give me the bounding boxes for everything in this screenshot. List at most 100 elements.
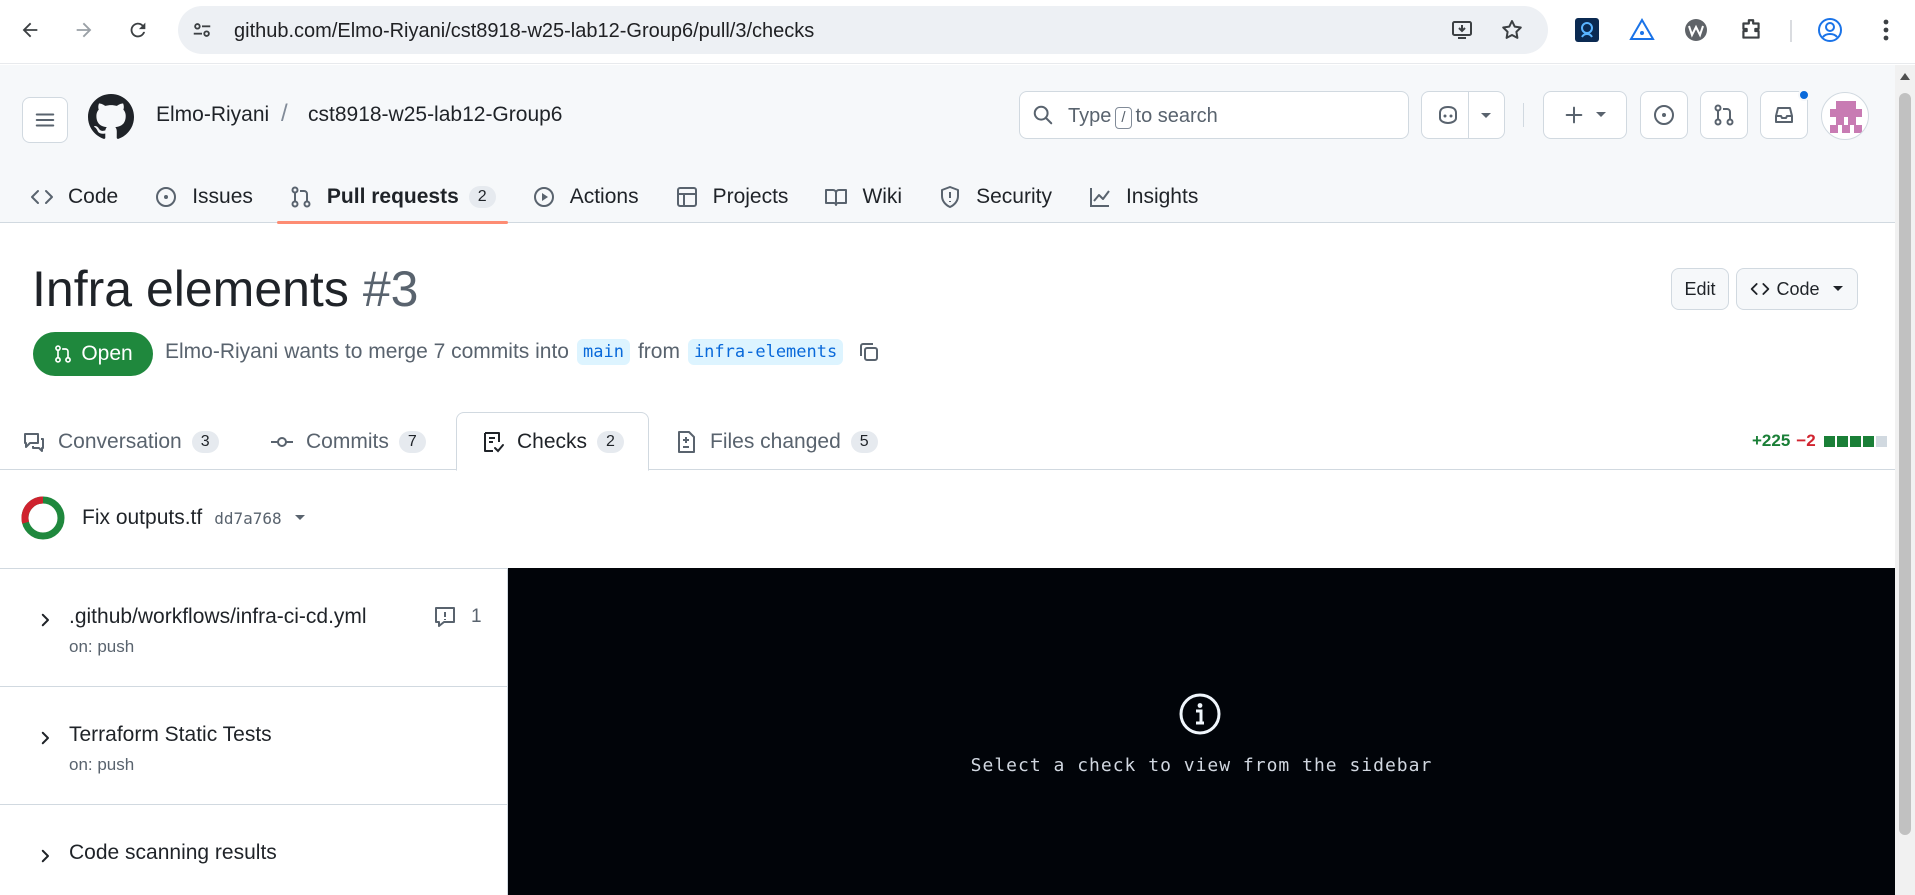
chevron-down-icon xyxy=(1832,286,1843,291)
workflow-name[interactable]: Terraform Static Tests xyxy=(69,723,272,747)
search-shortcut-key: / xyxy=(1115,107,1132,129)
workflow-item[interactable]: .github/workflows/infra-ci-cd.yml on: pu… xyxy=(0,569,507,687)
breadcrumb-owner[interactable]: Elmo-Riyani xyxy=(156,103,269,127)
pull-request-icon xyxy=(291,186,311,208)
workflow-item[interactable]: Code scanning results xyxy=(0,805,507,895)
tab-issues[interactable]: Issues xyxy=(154,171,253,223)
workflow-item[interactable]: Terraform Static Tests on: push xyxy=(0,687,507,805)
file-diff-icon xyxy=(678,430,695,453)
annotation-count-value: 1 xyxy=(471,606,482,627)
diffstat-block xyxy=(1836,435,1848,447)
header-divider xyxy=(1523,103,1524,127)
issues-button[interactable] xyxy=(1640,91,1688,139)
pr-author[interactable]: Elmo-Riyani xyxy=(165,340,278,364)
extension-1-icon[interactable] xyxy=(1571,14,1603,46)
breadcrumb-repo[interactable]: cst8918-w25-lab12-Group6 xyxy=(308,103,562,127)
conversation-count: 3 xyxy=(191,430,219,453)
head-branch[interactable]: infra-elements xyxy=(687,339,844,365)
tab-conversation-label: Conversation xyxy=(58,429,182,453)
status-ring-icon xyxy=(21,496,65,540)
workflow-trigger: on: push xyxy=(69,755,135,774)
tab-pull-requests[interactable]: Pull requests 2 xyxy=(276,171,508,224)
breadcrumb-separator: / xyxy=(281,100,288,127)
chevron-right-icon xyxy=(41,731,49,745)
workflow-trigger: on: push xyxy=(69,637,135,656)
browser-menu-icon[interactable] xyxy=(1870,14,1902,46)
workflow-name[interactable]: .github/workflows/infra-ci-cd.yml xyxy=(69,605,367,629)
page-scrollbar[interactable] xyxy=(1895,65,1915,895)
extensions-puzzle-icon[interactable] xyxy=(1735,14,1767,46)
pull-requests-button[interactable] xyxy=(1700,91,1748,139)
scrollbar-thumb[interactable] xyxy=(1899,93,1911,835)
search-placeholder: Type / to search xyxy=(1068,105,1218,129)
tab-files-changed[interactable]: Files changed 5 xyxy=(674,412,878,471)
check-log-panel: Select a check to view from the sidebar xyxy=(508,568,1895,895)
diffstat-block xyxy=(1849,435,1861,447)
tab-insights-label: Insights xyxy=(1125,185,1199,208)
back-button[interactable] xyxy=(14,14,46,46)
github-logo-icon[interactable] xyxy=(88,94,134,140)
edit-button[interactable]: Edit xyxy=(1671,268,1729,310)
workflow-name[interactable]: Code scanning results xyxy=(69,841,277,865)
tab-security[interactable]: Security xyxy=(938,171,1052,223)
extension-3-icon[interactable] xyxy=(1680,14,1712,46)
copilot-icon xyxy=(1439,105,1457,125)
install-app-icon[interactable] xyxy=(1450,18,1474,42)
bookmark-star-icon[interactable] xyxy=(1500,18,1524,42)
commits-count: 7 xyxy=(398,430,426,453)
tab-actions[interactable]: Actions xyxy=(532,171,639,223)
page-title: Infra elements #3 xyxy=(32,260,418,318)
files-changed-count: 5 xyxy=(850,430,878,453)
code-button-label: Code xyxy=(1776,278,1820,299)
comment-alert-icon xyxy=(435,607,455,627)
code-dropdown-button[interactable]: Code xyxy=(1736,268,1858,310)
github-header: Elmo-Riyani / cst8918-w25-lab12-Group6 T… xyxy=(0,65,1895,224)
menu-button[interactable] xyxy=(22,97,68,143)
extension-2-icon[interactable] xyxy=(1626,14,1658,46)
site-info-icon[interactable] xyxy=(190,18,214,42)
create-new-button[interactable] xyxy=(1543,91,1627,139)
url-text[interactable]: github.com/Elmo-Riyani/cst8918-w25-lab12… xyxy=(234,20,814,43)
copilot-button[interactable] xyxy=(1421,91,1505,139)
diffstat-block xyxy=(1875,435,1887,447)
pull-request-icon xyxy=(55,345,72,363)
pr-number: #3 xyxy=(362,261,419,317)
tab-wiki[interactable]: Wiki xyxy=(824,171,902,223)
play-icon xyxy=(533,187,554,207)
chevron-down-icon[interactable] xyxy=(1480,112,1492,120)
reload-button[interactable] xyxy=(122,14,154,46)
tab-files-changed-label: Files changed xyxy=(710,429,841,453)
tab-conversation[interactable]: Conversation 3 xyxy=(22,412,219,471)
diffstat-block xyxy=(1862,435,1874,447)
tab-commits[interactable]: Commits 7 xyxy=(270,412,426,471)
pr-title-text: Infra elements xyxy=(32,261,349,317)
diff-stat: +225 −2 xyxy=(1752,431,1887,451)
scroll-up-arrow-icon[interactable] xyxy=(1900,73,1910,80)
code-icon xyxy=(1751,283,1770,295)
avatar[interactable] xyxy=(1821,92,1869,140)
annotation-count[interactable]: 1 xyxy=(433,605,482,629)
search-suffix: to search xyxy=(1135,105,1218,127)
copy-icon[interactable] xyxy=(857,340,881,364)
tab-actions-label: Actions xyxy=(569,185,639,208)
forward-button[interactable] xyxy=(68,14,100,46)
pr-meta: Elmo-Riyani wants to merge 7 commits int… xyxy=(165,339,881,365)
tab-projects[interactable]: Projects xyxy=(675,171,788,223)
pull-request-icon xyxy=(1714,104,1734,126)
chevron-right-icon xyxy=(41,613,49,627)
inbox-button[interactable] xyxy=(1760,89,1810,139)
base-branch[interactable]: main xyxy=(576,339,630,365)
commit-sha: dd7a768 xyxy=(214,508,282,528)
issue-icon xyxy=(156,187,177,207)
plus-icon xyxy=(1565,106,1583,124)
commit-selector[interactable]: Fix outputs.tf dd7a768 xyxy=(20,494,306,542)
tab-wiki-label: Wiki xyxy=(862,185,903,208)
address-bar[interactable]: github.com/Elmo-Riyani/cst8918-w25-lab12… xyxy=(178,6,1548,54)
profile-icon[interactable] xyxy=(1814,14,1846,46)
checks-count: 2 xyxy=(597,430,624,453)
search-input[interactable]: Type / to search xyxy=(1019,91,1409,139)
tab-insights[interactable]: Insights xyxy=(1088,171,1198,223)
tab-code[interactable]: Code xyxy=(30,171,118,223)
tab-checks[interactable]: Checks 2 xyxy=(456,412,649,471)
info-icon xyxy=(1179,693,1221,735)
